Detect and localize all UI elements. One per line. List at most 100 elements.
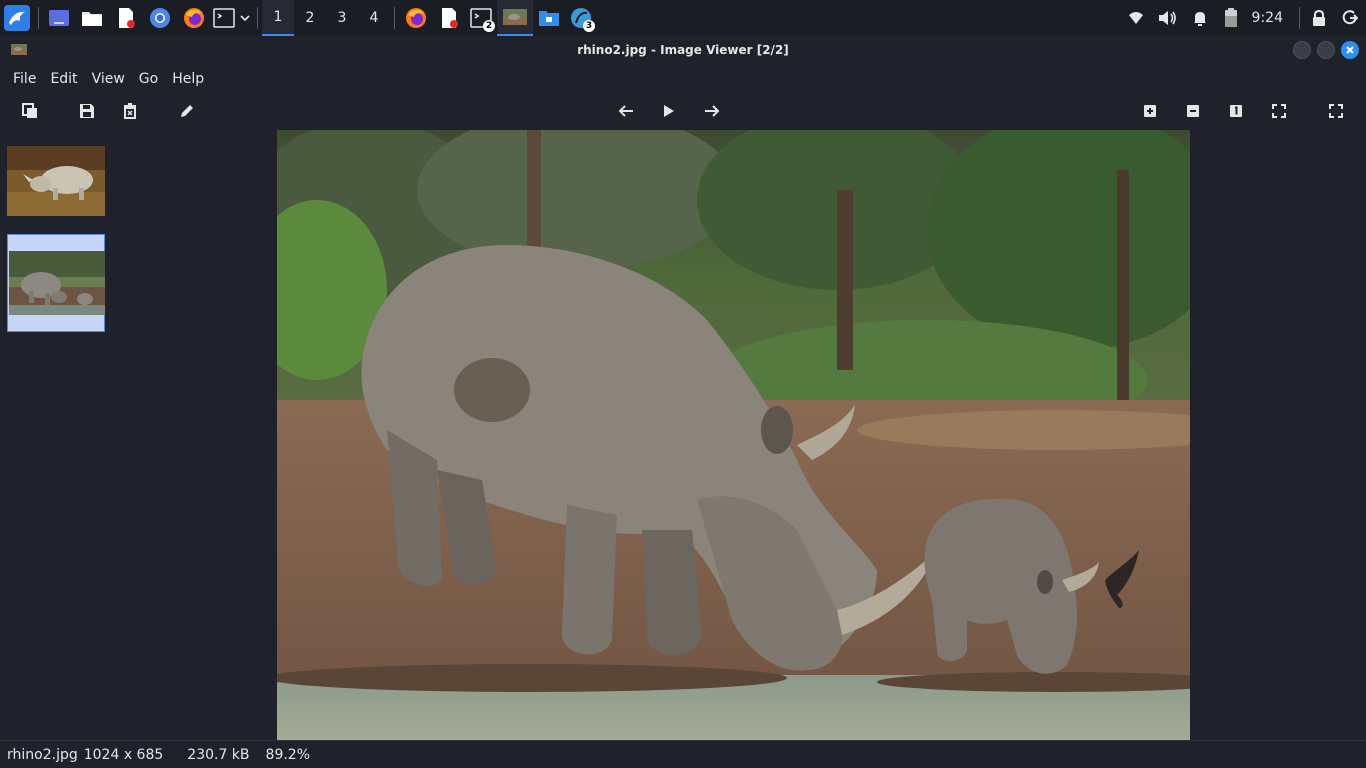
delete-button[interactable] xyxy=(120,101,140,121)
menu-go[interactable]: Go xyxy=(132,71,165,87)
workspace-3[interactable]: 3 xyxy=(326,0,358,36)
save-icon xyxy=(80,104,94,118)
chevron-down-icon xyxy=(240,15,250,22)
desktop-icon xyxy=(49,10,69,26)
bell-icon xyxy=(1193,12,1206,26)
maximize-button[interactable] xyxy=(1317,41,1335,59)
copy-button[interactable] xyxy=(20,101,40,121)
lock-icon xyxy=(1313,10,1325,26)
menu-edit[interactable]: Edit xyxy=(43,71,84,87)
battery-indicator[interactable] xyxy=(1216,0,1246,36)
zoom-fit-icon xyxy=(1272,104,1286,118)
window-titlebar[interactable]: rhino2.jpg - Image Viewer [2/2] xyxy=(0,36,1366,64)
arrow-right-icon xyxy=(705,105,720,117)
task-image-viewer[interactable] xyxy=(497,0,533,36)
arrow-left-icon xyxy=(618,105,633,117)
zoom-out-button[interactable] xyxy=(1183,101,1203,121)
previous-image-button[interactable] xyxy=(616,101,636,121)
thumbnail-item[interactable] xyxy=(7,146,105,216)
task-files[interactable] xyxy=(533,0,565,36)
save-button[interactable] xyxy=(77,101,97,121)
thumbnail-sidebar xyxy=(0,130,112,740)
chromium-icon xyxy=(150,8,170,28)
menu-file[interactable]: File xyxy=(6,71,43,87)
logout-icon xyxy=(1342,10,1358,25)
next-image-button[interactable] xyxy=(702,101,722,121)
menu-view[interactable]: View xyxy=(85,71,132,87)
logout-button[interactable] xyxy=(1334,0,1366,36)
fullscreen-icon xyxy=(1329,104,1343,118)
zoom-in-icon xyxy=(1144,105,1156,117)
image-canvas[interactable] xyxy=(112,130,1366,741)
play-icon xyxy=(664,105,674,117)
window-title: rhino2.jpg - Image Viewer [2/2] xyxy=(577,43,789,57)
firefox-launcher[interactable] xyxy=(177,0,211,36)
taskbar-separator xyxy=(394,7,395,29)
task-text-editor[interactable] xyxy=(433,0,465,36)
workspace-4[interactable]: 4 xyxy=(358,0,390,36)
taskbar-separator xyxy=(1299,7,1300,29)
workspace-2[interactable]: 2 xyxy=(294,0,326,36)
displayed-image xyxy=(277,130,1190,741)
kali-dragon-icon xyxy=(4,5,30,31)
task-browser[interactable]: 3 xyxy=(565,0,597,36)
terminal-icon xyxy=(213,8,235,28)
task-terminal[interactable]: 2 xyxy=(465,0,497,36)
status-filename: rhino2.jpg xyxy=(7,746,78,763)
status-filesize: 230.7 kB xyxy=(187,746,250,763)
copy-icon xyxy=(22,103,37,118)
minimize-button[interactable] xyxy=(1293,41,1311,59)
status-zoom: 89.2% xyxy=(265,746,311,763)
zoom-100-icon xyxy=(1230,105,1242,117)
terminal-launcher[interactable] xyxy=(211,0,237,36)
thumbnail-image xyxy=(9,251,105,315)
taskbar: 1 2 3 4 2 3 9:24 xyxy=(0,0,1366,36)
fullscreen-button[interactable] xyxy=(1326,101,1346,121)
chromium-launcher[interactable] xyxy=(143,0,177,36)
thumbnail-image xyxy=(7,146,105,216)
volume-icon xyxy=(1158,11,1176,25)
text-editor-icon xyxy=(442,8,458,28)
close-button[interactable] xyxy=(1341,41,1359,59)
image-viewer-icon xyxy=(503,9,527,25)
task-firefox[interactable] xyxy=(399,0,433,36)
text-editor-launcher[interactable] xyxy=(109,0,143,36)
status-bar: rhino2.jpg 1024 x 685 230.7 kB 89.2% xyxy=(0,740,1366,768)
slideshow-play-button[interactable] xyxy=(659,101,679,121)
files-icon xyxy=(539,11,559,26)
app-menu-button[interactable] xyxy=(0,0,34,36)
status-dimensions: 1024 x 685 xyxy=(83,746,164,763)
clock[interactable]: 9:24 xyxy=(1252,10,1283,26)
menu-bar: File Edit View Go Help xyxy=(0,64,1366,94)
battery-icon xyxy=(1224,8,1237,27)
file-manager-launcher[interactable] xyxy=(75,0,109,36)
taskbar-separator xyxy=(257,7,258,29)
pencil-icon xyxy=(181,105,193,117)
toolbar xyxy=(0,94,1366,128)
close-icon xyxy=(1346,46,1354,54)
trash-icon xyxy=(124,103,136,119)
network-indicator[interactable] xyxy=(1120,0,1152,36)
window-count-badge: 3 xyxy=(583,20,595,32)
system-tray: 9:24 xyxy=(1120,0,1366,36)
folder-icon xyxy=(82,12,102,26)
window-count-badge: 2 xyxy=(483,20,495,32)
notifications-button[interactable] xyxy=(1184,0,1216,36)
edit-button[interactable] xyxy=(177,101,197,121)
zoom-100-button[interactable] xyxy=(1226,101,1246,121)
zoom-fit-button[interactable] xyxy=(1269,101,1289,121)
thumbnail-item-selected[interactable] xyxy=(7,234,105,332)
firefox-icon xyxy=(184,8,204,28)
network-icon xyxy=(1128,12,1143,24)
rhino-photo xyxy=(277,130,1190,741)
text-editor-icon xyxy=(119,8,135,28)
taskbar-separator xyxy=(38,7,39,29)
volume-control[interactable] xyxy=(1152,0,1184,36)
zoom-in-button[interactable] xyxy=(1140,101,1160,121)
menu-help[interactable]: Help xyxy=(165,71,211,87)
zoom-out-icon xyxy=(1187,105,1199,117)
lock-screen-button[interactable] xyxy=(1304,0,1334,36)
show-desktop-button[interactable] xyxy=(43,0,75,36)
launcher-dropdown[interactable] xyxy=(237,0,253,36)
workspace-1[interactable]: 1 xyxy=(262,0,294,36)
